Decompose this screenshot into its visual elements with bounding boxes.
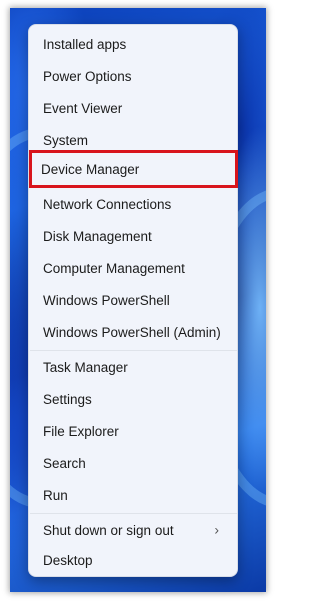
menu-item-label: System: [43, 132, 89, 148]
menu-item-disk-management[interactable]: Disk Management: [33, 221, 233, 251]
menu-item-installed-apps[interactable]: Installed apps: [33, 29, 233, 59]
menu-item-network-connections[interactable]: Network Connections: [33, 189, 233, 219]
chevron-right-icon: ›: [214, 521, 219, 538]
winx-context-menu: Installed apps Power Options Event Viewe…: [28, 24, 238, 577]
menu-item-event-viewer[interactable]: Event Viewer: [33, 93, 233, 123]
menu-item-label: Shut down or sign out: [43, 522, 174, 538]
menu-item-device-manager[interactable]: Device Manager: [29, 150, 238, 188]
menu-item-label: File Explorer: [43, 423, 119, 439]
menu-separator: [30, 513, 237, 514]
menu-item-label: Windows PowerShell (Admin): [43, 324, 221, 340]
menu-item-label: Network Connections: [43, 196, 172, 212]
menu-item-label: Disk Management: [43, 228, 152, 244]
menu-item-windows-powershell[interactable]: Windows PowerShell: [33, 285, 233, 315]
menu-item-label: Task Manager: [43, 359, 128, 375]
menu-item-run[interactable]: Run: [33, 480, 233, 510]
menu-item-label: Run: [43, 487, 68, 503]
menu-item-label: Installed apps: [43, 36, 127, 52]
menu-item-label: Power Options: [43, 68, 132, 84]
menu-item-shut-down-or-sign-out[interactable]: Shut down or sign out ›: [33, 515, 233, 545]
menu-item-label: Device Manager: [41, 161, 140, 177]
menu-item-file-explorer[interactable]: File Explorer: [33, 416, 233, 446]
menu-separator: [30, 350, 237, 351]
menu-item-label: Computer Management: [43, 260, 185, 276]
menu-item-desktop[interactable]: Desktop: [33, 545, 233, 575]
menu-item-computer-management[interactable]: Computer Management: [33, 253, 233, 283]
menu-item-label: Search: [43, 455, 86, 471]
menu-item-label: Desktop: [43, 552, 93, 568]
menu-item-settings[interactable]: Settings: [33, 384, 233, 414]
menu-item-label: Windows PowerShell: [43, 292, 170, 308]
menu-item-search[interactable]: Search: [33, 448, 233, 478]
menu-item-power-options[interactable]: Power Options: [33, 61, 233, 91]
menu-item-windows-powershell-admin[interactable]: Windows PowerShell (Admin): [33, 317, 233, 347]
menu-item-label: Settings: [43, 391, 92, 407]
menu-item-label: Event Viewer: [43, 100, 123, 116]
menu-item-task-manager[interactable]: Task Manager: [33, 352, 233, 382]
menu-item-system[interactable]: System: [33, 125, 233, 155]
